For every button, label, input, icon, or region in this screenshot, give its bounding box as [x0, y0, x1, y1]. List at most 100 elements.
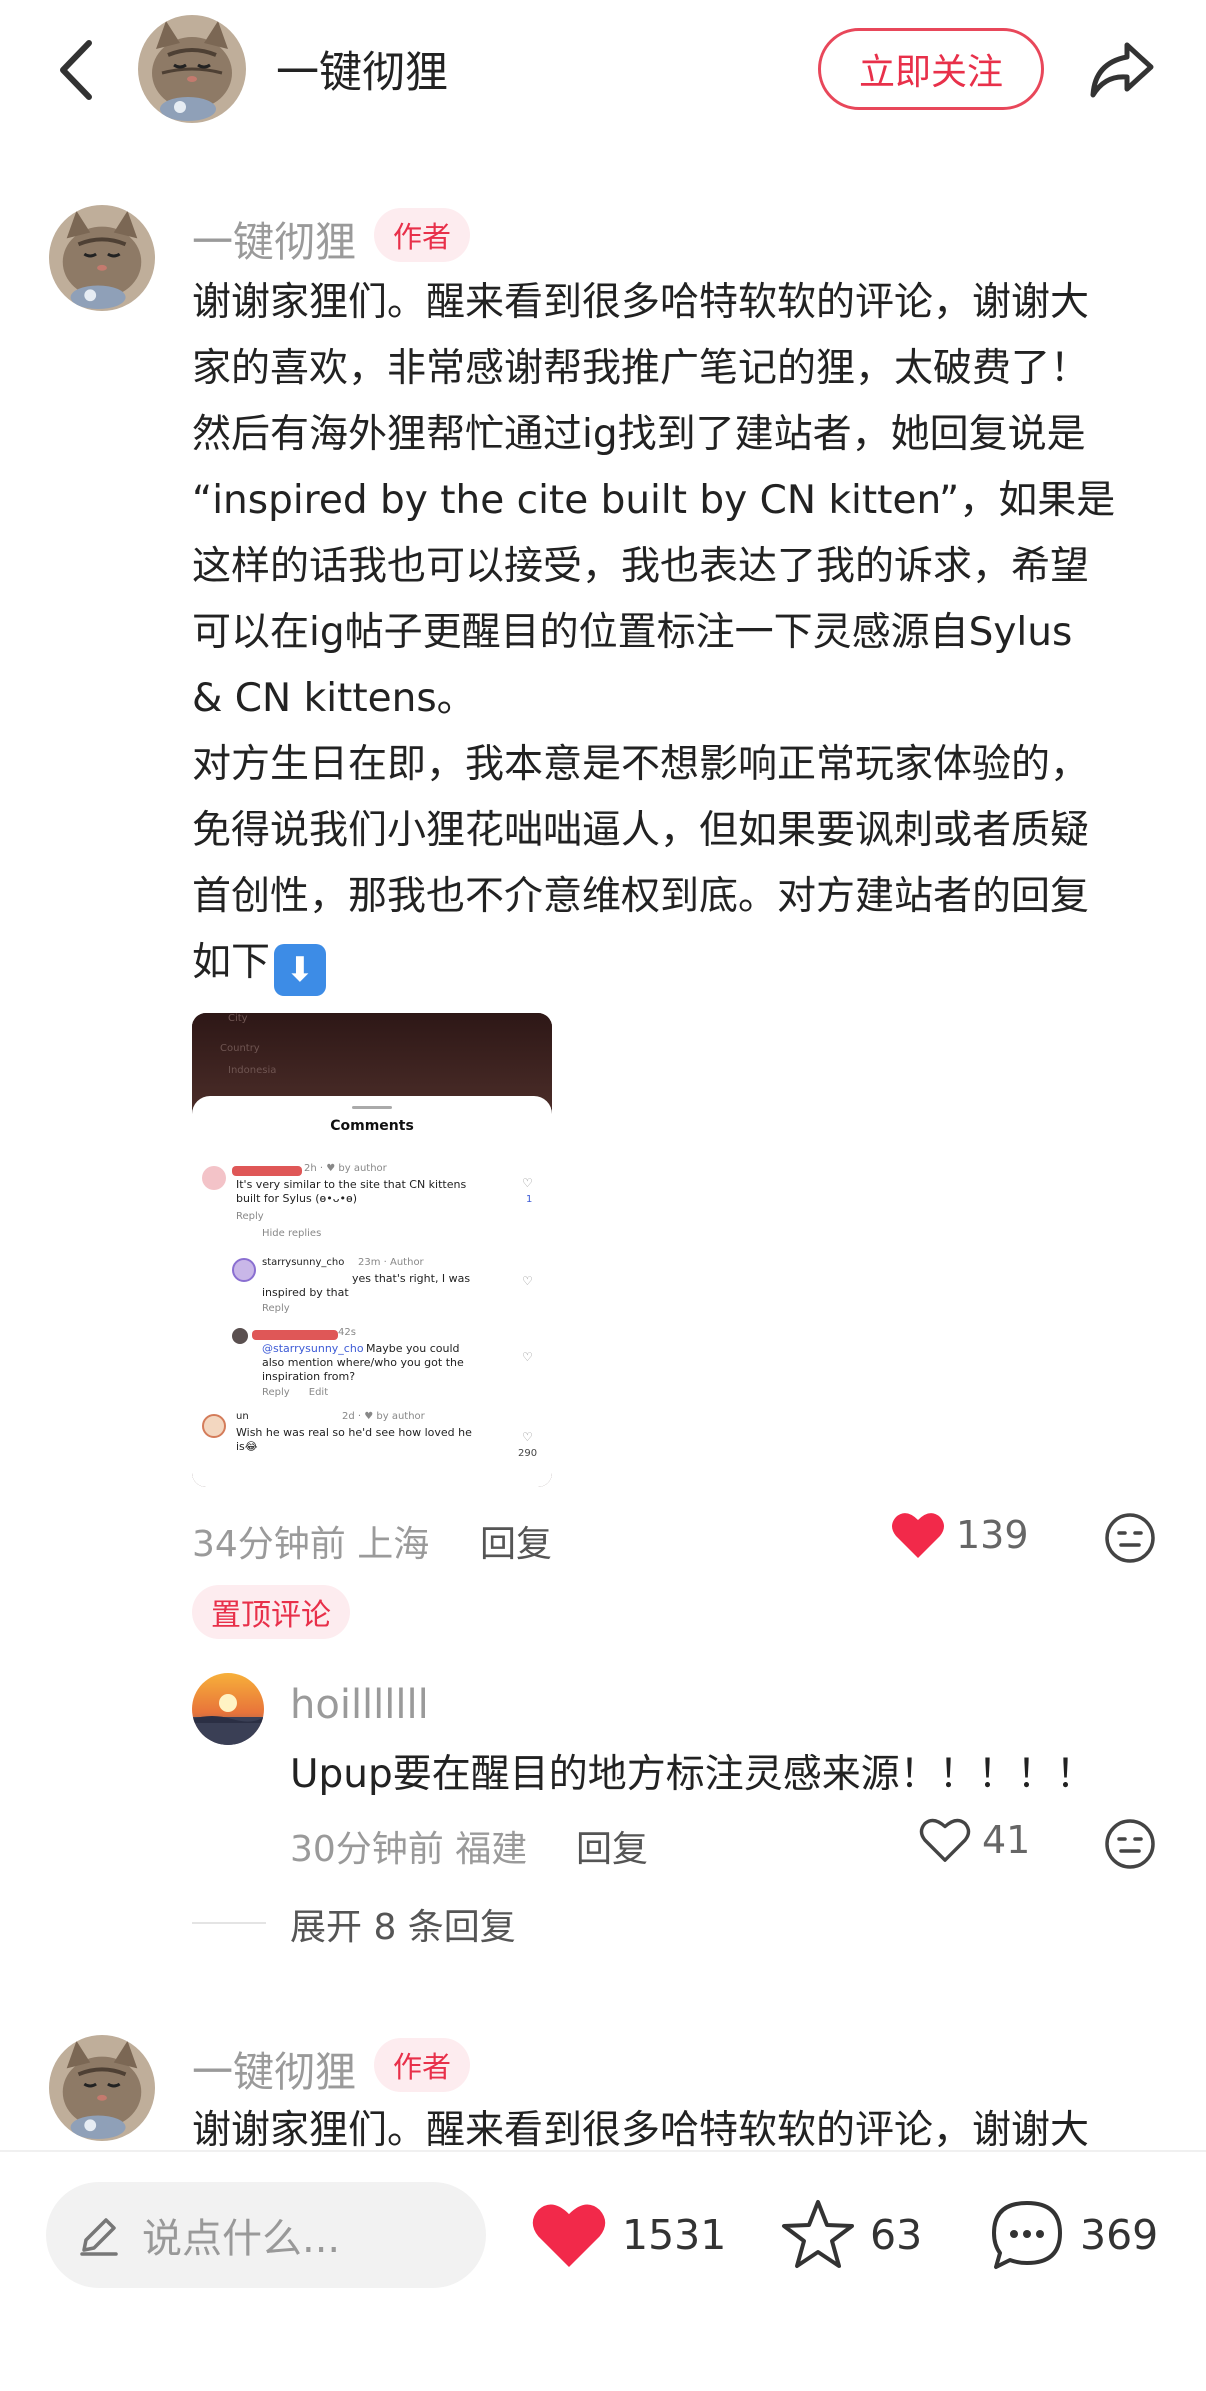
attachment-avatar [232, 1328, 248, 1344]
attachment-meta: 2h · ♥ by author [304, 1163, 387, 1174]
reply-button[interactable]: 回复 [480, 1515, 552, 1567]
attachment-meta: 2d · ♥ by author [342, 1411, 425, 1422]
redaction-mark [232, 1166, 302, 1176]
attachment-heart-icon: ♡ [522, 1350, 533, 1364]
comment-line: 可以在ig帖子更醒目的位置标注一下灵感源自Sylus [192, 610, 1073, 655]
comment-image-attachment[interactable]: City Country Indonesia Comments 2h · ♥ b… [192, 1013, 552, 1487]
back-button[interactable] [40, 30, 110, 110]
comment-line: 家的喜欢，非常感谢帮我推广笔记的狸，太破费了！ [192, 346, 1090, 391]
attachment-heart-icon: ♡ [522, 1430, 533, 1444]
attachment-actions: Reply Edit [262, 1387, 329, 1398]
attachment-text: inspiration from? [262, 1370, 356, 1383]
comment-avatar[interactable] [49, 205, 155, 311]
comment-line: 首创性，那我也不介意维权到底。对方建站者的回复 [192, 874, 1090, 919]
emoji-reaction-button[interactable] [1104, 1512, 1156, 1564]
reply-text: Upup要在醒目的地方标注灵感来源！！！！！ [290, 1742, 1095, 1808]
attachment-avatar [202, 1414, 226, 1438]
post-like-count: 1531 [622, 2211, 727, 2259]
chat-bubble-icon [992, 2201, 1062, 2269]
attachment-reply: Reply [236, 1211, 264, 1222]
comment-like-count: 139 [956, 1513, 1029, 1557]
star-icon [782, 2200, 854, 2268]
comment-line: 然后有海外狸帮忙通过ig找到了建站者，她回复说是 [192, 412, 1086, 457]
attachment-text: Wish he was real so he'd see how loved h… [236, 1426, 472, 1439]
attachment-heart-icon: ♡ [522, 1274, 533, 1288]
comment-like-button[interactable]: 139 [890, 1510, 1029, 1560]
like-post-button[interactable]: 1531 [530, 2182, 726, 2288]
attachment-heart-icon: ♡ [522, 1176, 533, 1190]
comment-input[interactable]: 说点什么... [46, 2182, 486, 2288]
back-icon [60, 40, 92, 100]
follow-button[interactable]: 立即关注 [818, 28, 1044, 110]
attachment-avatar [202, 1166, 226, 1190]
attachment-meta: 42s [338, 1327, 356, 1338]
reply-like-count: 41 [982, 1818, 1031, 1862]
reply-text-line: Upup要在醒目的地方标注灵感来源！！！！！ [290, 1752, 1095, 1797]
attachment-text: inspired by that [262, 1286, 349, 1299]
attachment-comments-sheet: Comments 2h · ♥ by author It's very simi… [192, 1096, 552, 1487]
sheet-title: Comments [330, 1118, 414, 1134]
comment-author-name[interactable]: 一键彻狸 [192, 2038, 356, 2098]
comment-count: 369 [1080, 2211, 1159, 2259]
expand-replies-button[interactable]: 展开 8 条回复 [290, 1898, 516, 1950]
comment-line: 这样的话我也可以接受，我也表达了我的诉求，希望 [192, 544, 1090, 589]
redaction-mark [252, 1330, 338, 1340]
emoji-reaction-button[interactable] [1104, 1818, 1156, 1870]
comment-text: 谢谢家狸们。醒来看到很多哈特软软的评论，谢谢大 家的喜欢，非常感谢帮我推广笔记的… [192, 270, 1172, 996]
comment-time-location: 34分钟前 上海 [192, 1524, 430, 1565]
comment-line: & CN kittens。 [192, 676, 476, 721]
attachment-hide-replies: Hide replies [262, 1228, 322, 1239]
attachment-top-text: Indonesia [228, 1065, 277, 1076]
comment-line: 谢谢家狸们。醒来看到很多哈特软软的评论，谢谢大 [192, 2108, 1090, 2150]
attachment-top-text: City [228, 1013, 248, 1024]
attachment-username: starrysunny_cho [262, 1257, 345, 1268]
pinned-comment-badge: 置顶评论 [192, 1585, 350, 1639]
comment-line: 免得说我们小狸花咄咄逼人，但如果要讽刺或者质疑 [192, 808, 1090, 853]
comment-line: “inspired by the cite built by CN kitten… [192, 478, 1116, 523]
reply-button[interactable]: 回复 [576, 1820, 648, 1872]
comment-line-end: 如下 [192, 940, 271, 985]
attachment-text: It's very similar to the site that CN ki… [236, 1178, 467, 1191]
reply-like-button[interactable]: 41 [918, 1816, 1030, 1864]
emoji-face-icon [1105, 1819, 1155, 1869]
heart-icon [892, 1513, 944, 1558]
share-icon [1090, 42, 1154, 98]
attachment-meta: 23m · Author [358, 1257, 424, 1268]
attachment-like-count: 290 [518, 1448, 538, 1459]
down-arrow-emoji: ⬇ [274, 944, 327, 996]
comment-avatar[interactable] [49, 2035, 155, 2141]
sheet-handle [352, 1106, 392, 1109]
pencil-icon [80, 2218, 118, 2256]
author-avatar[interactable] [138, 15, 246, 123]
comments-button[interactable]: 369 [988, 2182, 1158, 2288]
attachment-text: is😂 [236, 1440, 258, 1453]
attachment-text: yes that's right, I was [352, 1272, 471, 1285]
attachment-text: Maybe you could [366, 1342, 460, 1355]
collect-button[interactable]: 63 [780, 2182, 922, 2288]
top-nav-bar: 一键彻狸 立即关注 [0, 0, 1206, 140]
comment-text: 谢谢家狸们。醒来看到很多哈特软软的评论，谢谢大 [192, 2098, 1172, 2150]
attachment-like-count: 1 [526, 1194, 533, 1205]
heart-outline-icon [919, 1818, 971, 1862]
attachment-reply: Reply [262, 1303, 290, 1314]
attachment-avatar [232, 1258, 256, 1282]
attachment-username: un [236, 1411, 249, 1422]
reply-time-location: 30分钟前 福建 [290, 1829, 528, 1870]
reply-avatar[interactable] [192, 1673, 264, 1745]
attachment-text: built for Sylus (ɵ•ᴗ•ɵ) [236, 1192, 357, 1205]
comment-input-placeholder: 说点什么... [142, 2216, 341, 2262]
header-author-name[interactable]: 一键彻狸 [276, 38, 448, 100]
comment-line: 谢谢家狸们。醒来看到很多哈特软软的评论，谢谢大 [192, 280, 1090, 325]
attachment-mention: @starrysunny_cho [262, 1342, 364, 1355]
comment-line: 对方生日在即，我本意是不想影响正常玩家体验的， [192, 742, 1090, 787]
author-badge: 作者 [374, 208, 471, 262]
heart-icon [532, 2204, 606, 2268]
share-button[interactable] [1082, 30, 1162, 110]
comment-author-name[interactable]: 一键彻狸 [192, 208, 356, 268]
author-badge: 作者 [374, 2038, 471, 2092]
reply-author-name[interactable]: hoilllllll [290, 1682, 429, 1728]
attachment-top-area [192, 1013, 552, 1108]
expand-divider [192, 1922, 266, 1924]
attachment-top-text: Country [220, 1043, 260, 1054]
comment-line: 如下 ⬇ [192, 930, 1172, 996]
